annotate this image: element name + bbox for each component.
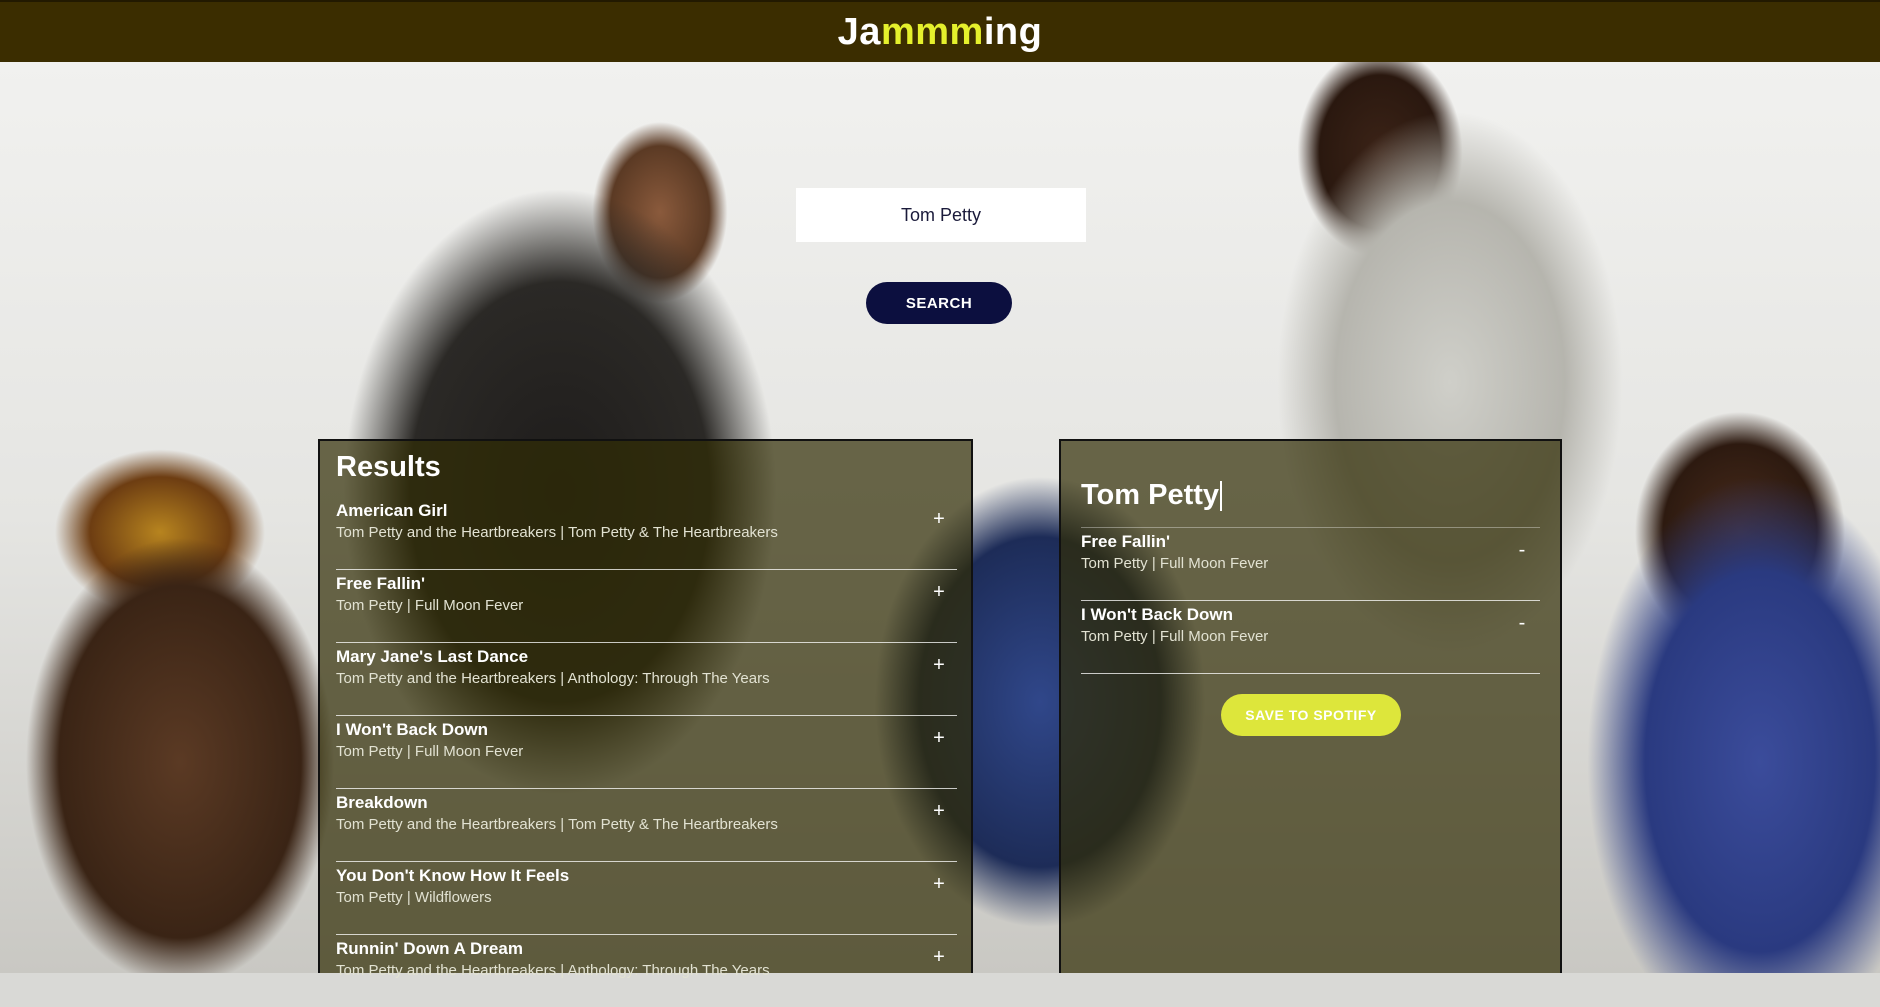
logo-text-start: Ja [837, 10, 881, 53]
track-artist-album: Tom Petty | Full Moon Fever [336, 597, 524, 614]
track-artist-album: Tom Petty and the Heartbreakers | Tom Pe… [336, 524, 778, 541]
result-track: Free Fallin' Tom Petty | Full Moon Fever… [336, 569, 957, 643]
remove-track-button[interactable]: - [1512, 612, 1532, 635]
track-name: Breakdown [336, 793, 428, 812]
add-track-button[interactable]: + [929, 727, 949, 750]
track-artist-album: Tom Petty and the Heartbreakers | Anthol… [336, 670, 770, 687]
add-track-button[interactable]: + [929, 508, 949, 531]
results-panel: Results American Girl Tom Petty and the … [318, 439, 973, 979]
track-artist-album: Tom Petty and the Heartbreakers | Anthol… [336, 962, 770, 979]
result-track: American Girl Tom Petty and the Heartbre… [336, 496, 957, 570]
result-track: You Don't Know How It Feels Tom Petty | … [336, 861, 957, 935]
add-track-button[interactable]: + [929, 873, 949, 896]
search-button[interactable]: SEARCH [866, 282, 1012, 324]
add-track-button[interactable]: + [929, 581, 949, 604]
playlist-name-text: Tom Petty [1081, 479, 1220, 511]
result-track: Breakdown Tom Petty and the Heartbreaker… [336, 788, 957, 862]
track-name: Mary Jane's Last Dance [336, 647, 529, 666]
search-input[interactable]: Tom Petty [796, 188, 1086, 242]
logo-text-highlight: mmm [880, 10, 984, 53]
track-name: You Don't Know How It Feels [336, 866, 570, 885]
save-to-spotify-button[interactable]: SAVE TO SPOTIFY [1221, 694, 1401, 736]
result-track: Mary Jane's Last Dance Tom Petty and the… [336, 642, 957, 716]
track-artist-album: Tom Petty | Full Moon Fever [1081, 628, 1269, 645]
playlist-track: I Won't Back Down Tom Petty | Full Moon … [1081, 600, 1540, 674]
playlist-panel: Tom Petty Free Fallin' Tom Petty | Full … [1059, 439, 1562, 973]
add-track-button[interactable]: + [929, 800, 949, 823]
track-artist-album: Tom Petty | Full Moon Fever [1081, 555, 1269, 572]
results-title: Results [336, 451, 441, 483]
result-track: I Won't Back Down Tom Petty | Full Moon … [336, 715, 957, 789]
logo-text-end: ing [983, 10, 1043, 53]
add-track-button[interactable]: + [929, 946, 949, 969]
track-artist-album: Tom Petty | Wildflowers [336, 889, 492, 906]
playlist-name-input[interactable]: Tom Petty [1081, 479, 1540, 528]
app-header: Jammming [0, 0, 1880, 62]
track-name: Free Fallin' [336, 574, 426, 593]
result-track: Runnin' Down A Dream Tom Petty and the H… [336, 934, 957, 1007]
add-track-button[interactable]: + [929, 654, 949, 677]
playlist-track: Free Fallin' Tom Petty | Full Moon Fever… [1081, 527, 1540, 601]
track-name: American Girl [336, 501, 448, 520]
track-artist-album: Tom Petty and the Heartbreakers | Tom Pe… [336, 816, 778, 833]
track-name: Free Fallin' [1081, 532, 1171, 551]
track-name: Runnin' Down A Dream [336, 939, 523, 958]
text-cursor [1220, 481, 1223, 512]
track-name: I Won't Back Down [336, 720, 489, 739]
remove-track-button[interactable]: - [1512, 539, 1532, 562]
app-logo: Jammming [838, 11, 1043, 54]
track-name: I Won't Back Down [1081, 605, 1234, 624]
track-artist-album: Tom Petty | Full Moon Fever [336, 743, 524, 760]
